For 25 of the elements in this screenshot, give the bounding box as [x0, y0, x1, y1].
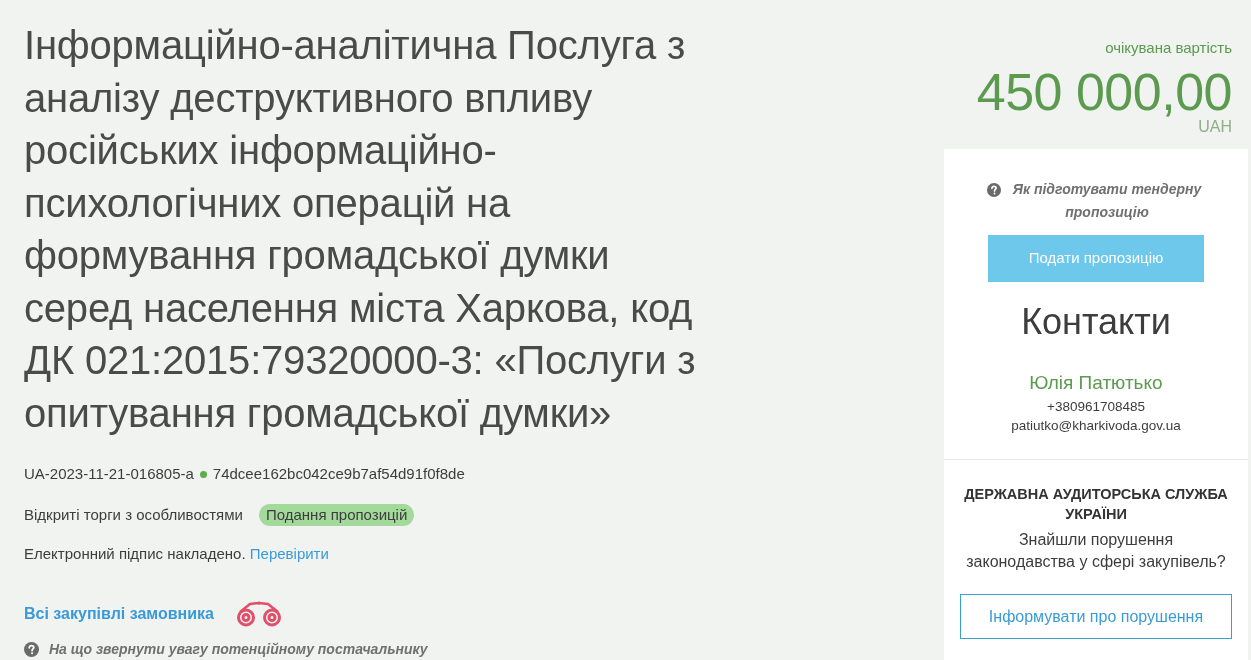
contact-email: patiutko@kharkivoda.gov.ua: [1011, 417, 1181, 435]
contacts-heading: Контакти: [1021, 300, 1171, 344]
tender-hash: 74dcee162bc042ce9b7af54d91f0f8de: [212, 464, 465, 484]
report-violation-button[interactable]: Інформувати про порушення: [960, 594, 1232, 639]
binoculars-icon: [235, 600, 282, 627]
supplier-help-link[interactable]: На що звернути увагу потенційному постачальнику: [49, 640, 428, 658]
verify-signature-link[interactable]: Перевірити: [249, 545, 329, 562]
help-icon: [24, 641, 39, 657]
contact-name: Юлія Патютько: [1029, 371, 1163, 395]
contact-phone: +380961708485: [1047, 398, 1145, 416]
bid-help-link[interactable]: Як підготувати тендерну пропозицію: [1009, 178, 1205, 224]
expected-value-amount: 450 000,00: [975, 64, 1232, 120]
status-dot-icon: [199, 470, 207, 478]
audit-service-heading: ДЕРЖАВНА АУДИТОРСЬКА СЛУЖБА УКРАЇНИ: [963, 485, 1229, 524]
submit-bid-button[interactable]: Подати пропозицію: [988, 235, 1204, 282]
expected-value-label: очікувана вартість: [1104, 38, 1232, 58]
tender-id: UA-2023-11-21-016805-a: [24, 464, 194, 484]
tender-title: Інформаційно-аналітична Послуга з аналізу деструктивного впливу російських інформаційно-психологічних операцій на формування громадської думки серед населення міста Харкова, код ДК 021:2015:79320000-3: «Послуги з опитування громадської думки»: [24, 22, 697, 437]
help-icon: [987, 183, 1001, 197]
audit-question: Знайшли порушення законодавства у сфері закупівель?: [966, 530, 1226, 572]
procedure-type: Відкриті торги з особливостями: [24, 505, 243, 525]
customer-procurements-link[interactable]: Всі закупівлі замовника: [24, 602, 214, 625]
signature-note: Електронний підпис накладено. Перевірити: [24, 544, 329, 564]
currency-label: UAH: [1198, 118, 1232, 136]
status-badge: Подання пропозицій: [258, 504, 415, 526]
